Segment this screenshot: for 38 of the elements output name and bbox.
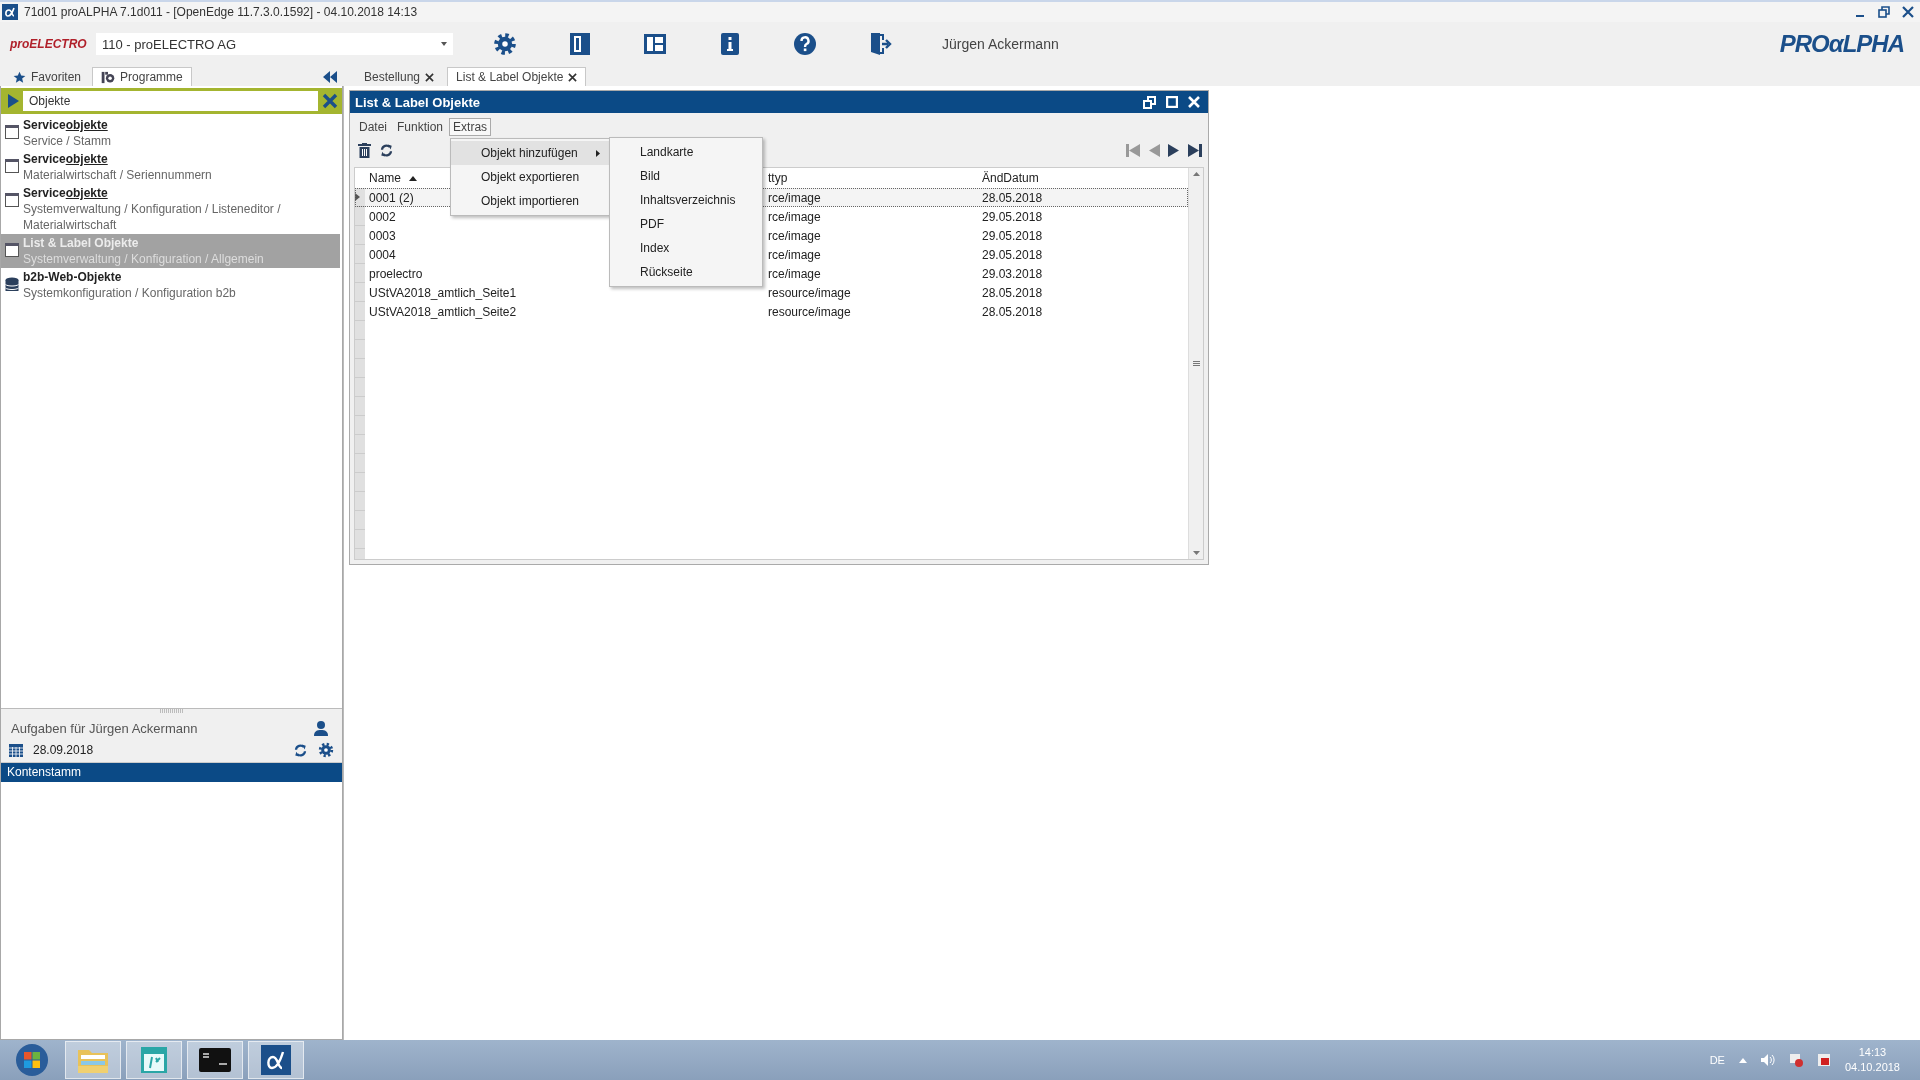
result-path: Service / Stamm [23,133,112,149]
window-title: List & Label Objekte [355,94,481,110]
result-title: Serviceobjekte [23,117,109,133]
table-cell-text: 0001 (2) [368,190,414,205]
table-cell-text: 28.05.2018 [981,285,1043,300]
table-cell-text: rce/image [767,228,821,243]
result-path: Systemkonfiguration / Konfiguration b2b [23,285,236,301]
result-path: Systemverwaltung / Konfiguration / Listeneditor / Materialwirtschaft [23,201,282,233]
table-cell-text: 29.05.2018 [981,209,1043,224]
task-date: 28.09.2018 [33,743,94,757]
company-logo: proELECTRO [10,37,88,51]
table-cell-text: rce/image [767,247,821,262]
table-cell-text: UStVA2018_amtlich_Seite1 [368,285,517,300]
table-cell-text: resource/image [767,285,851,300]
result-title: Serviceobjekte [23,151,109,167]
result-path: Systemverwaltung / Konfiguration / Allgemein [23,251,264,267]
table-cell-text: 29.05.2018 [981,228,1043,243]
table-cell-text: 28.05.2018 [981,304,1043,319]
table-cell-text: rce/image [767,190,821,205]
table-cell-text: UStVA2018_amtlich_Seite2 [368,304,517,319]
table-cell-text: 0003 [368,228,396,243]
result-title: Serviceobjekte [23,185,109,201]
tasks-title: Aufgaben für Jürgen Ackermann [11,721,198,736]
table-cell-text: proelectro [368,266,423,281]
result-path: Materialwirtschaft / Seriennummern [23,167,212,183]
result-title: List & Label Objekte [23,235,140,251]
table-cell-text: 0004 [368,247,396,262]
user-name: Jürgen Ackermann [942,36,1059,52]
table-cell-text: 29.05.2018 [981,247,1043,262]
table-cell-text: 0002 [368,209,396,224]
table-cell-text: rce/image [767,266,821,281]
window-title: 71d01 proALPHA 7.1d011 - [OpenEdge 11.7.3.0.1592] - 04.10.2018 14:13 [24,5,418,19]
table-cell-text: 29.03.2018 [981,266,1043,281]
table-cell-text: 28.05.2018 [981,190,1043,205]
table-cell-text: resource/image [767,304,851,319]
result-title: b2b-Web-Objekte [23,269,123,285]
table-cell-text: rce/image [767,209,821,224]
brand-logo: PROαLPHA [1779,30,1904,58]
